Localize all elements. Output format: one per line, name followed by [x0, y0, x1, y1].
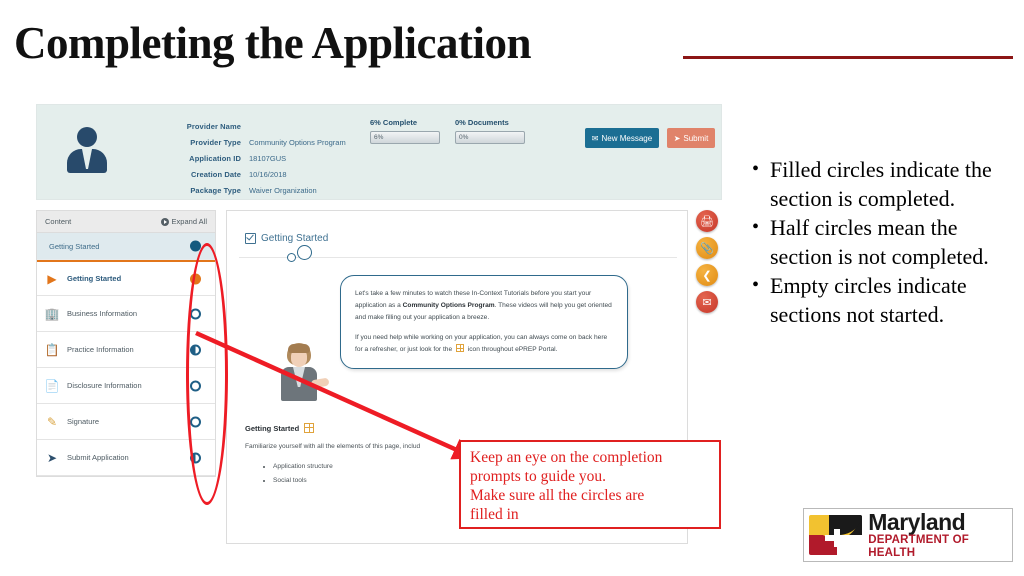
field-row: Creation Date 10/16/2018 — [175, 166, 346, 182]
field-value: Waiver Organization — [249, 185, 317, 195]
sidebar-section-getting-started[interactable]: Getting Started — [37, 233, 215, 260]
documents-progress: 0% Documents 0% — [455, 118, 525, 144]
expand-all-label: Expand All — [171, 217, 207, 226]
document-key-icon: 📄 — [44, 378, 60, 393]
speech-bubble-dot-small — [287, 253, 296, 262]
documents-progress-label: 0% Documents — [455, 118, 509, 127]
sidebar-title: Content — [45, 217, 72, 226]
status-circle-filled-orange — [190, 273, 201, 284]
provider-detail-fields: Provider Name Provider Type Community Op… — [175, 118, 346, 198]
field-label: Provider Name — [186, 121, 241, 131]
callout-line: prompts to guide you. — [470, 468, 607, 485]
sidebar-item-submit-application[interactable]: ➤ Submit Application — [37, 440, 215, 476]
sidebar-item-label: Practice Information — [67, 345, 134, 354]
avatar-head — [77, 127, 97, 147]
logo-department: DEPARTMENT OF HEALTH — [868, 534, 970, 559]
sidebar-item-practice-information[interactable]: 📋 Practice Information — [37, 332, 215, 368]
completion-progress-bar: 6% — [370, 131, 440, 144]
submit-button[interactable]: ➤ Submit — [667, 128, 715, 148]
field-label: Creation Date — [190, 169, 241, 179]
callout-line: Keep an eye on the completion — [470, 449, 663, 466]
field-row: Application ID 18107GUS — [175, 150, 346, 166]
callout-line: filled in — [470, 506, 519, 523]
field-value: Community Options Program — [249, 137, 346, 147]
annotation-callout-box: Keep an eye on the completion prompts to… — [459, 440, 721, 529]
app-header-panel: Provider Name Provider Type Community Op… — [36, 104, 722, 200]
field-value: 18107GUS — [249, 153, 287, 163]
paper-plane-icon: ➤ — [46, 450, 58, 465]
content-sidebar: Content Expand All Getting Started ▶ Get… — [36, 210, 216, 477]
field-row: Package Type Waiver Organization — [175, 182, 346, 198]
field-label: Package Type — [190, 185, 241, 195]
field-label: Application ID — [189, 153, 241, 163]
bullet-item: Empty circles indicate sections not star… — [752, 271, 1018, 329]
callout-line: Make sure all the circles are — [470, 487, 645, 504]
bullet-item: Half circles mean the section is not com… — [752, 213, 1018, 271]
printer-icon[interactable]: 🖨 — [696, 210, 718, 232]
checked-checkbox-icon — [245, 233, 256, 244]
content-title: Getting Started — [245, 233, 328, 244]
completion-progress-label: 6% Complete — [370, 118, 418, 127]
clipboard-icon: 📋 — [44, 342, 60, 357]
envelope-icon: ✉ — [591, 133, 599, 143]
logo-name: Maryland — [868, 509, 966, 535]
field-row: Provider Name — [175, 118, 346, 134]
flag-cross-horizontal — [825, 535, 849, 541]
speech-bubble-dot-large — [297, 245, 312, 260]
pencil-icon: ✎ — [46, 414, 58, 429]
social-action-rail: 🖨 📎 ❮ ✉ — [696, 210, 722, 318]
sidebar-item-business-information[interactable]: 🏢 Business Information — [37, 296, 215, 332]
paperclip-icon[interactable]: 📎 — [696, 237, 718, 259]
expand-all-icon — [160, 217, 169, 226]
building-icon: 🏢 — [44, 306, 60, 321]
sidebar-section-label: Getting Started — [49, 241, 100, 251]
annotation-arrow — [195, 330, 476, 460]
sidebar-item-signature[interactable]: ✎ Signature — [37, 404, 215, 440]
explanation-bullet-list: Filled circles indicate the section is c… — [748, 155, 1018, 329]
maryland-flag-icon — [809, 515, 863, 555]
new-message-button-label: New Message — [601, 133, 653, 143]
envelope-icon[interactable]: ✉ — [696, 291, 718, 313]
content-title-label: Getting Started — [261, 233, 329, 244]
field-label: Provider Type — [190, 137, 241, 147]
submit-button-label: Submit — [683, 133, 709, 143]
provider-avatar-icon — [61, 127, 113, 183]
title-divider-rule — [683, 56, 1013, 59]
maryland-department-of-health-logo: Maryland DEPARTMENT OF HEALTH — [803, 508, 1013, 562]
sidebar-item-label: Disclosure Information — [67, 381, 142, 390]
field-row: Provider Type Community Options Program — [175, 134, 346, 150]
share-icon[interactable]: ❮ — [696, 264, 718, 286]
paper-plane-icon: ➤ — [673, 133, 681, 143]
completion-progress: 6% Complete 6% — [370, 118, 440, 144]
expand-all-button[interactable]: Expand All — [160, 217, 207, 226]
sidebar-item-getting-started[interactable]: ▶ Getting Started — [37, 260, 215, 296]
sidebar-item-label: Getting Started — [67, 274, 122, 283]
bullet-item: Filled circles indicate the section is c… — [752, 155, 1018, 213]
sidebar-item-label: Submit Application — [67, 453, 129, 462]
sidebar-item-label: Business Information — [67, 309, 138, 318]
status-circle-filled — [190, 240, 201, 252]
new-message-button[interactable]: ✉ New Message — [585, 128, 659, 148]
documents-progress-bar: 0% — [455, 131, 525, 144]
logo-text: Maryland DEPARTMENT OF HEALTH — [868, 510, 1012, 560]
triangle-right-icon: ▶ — [47, 271, 57, 286]
field-value: 10/16/2018 — [249, 169, 287, 179]
sidebar-header: Content Expand All — [37, 211, 215, 233]
sidebar-item-label: Signature — [67, 417, 100, 426]
sidebar-item-disclosure-information[interactable]: 📄 Disclosure Information — [37, 368, 215, 404]
page-title: Completing the Application — [14, 18, 532, 68]
